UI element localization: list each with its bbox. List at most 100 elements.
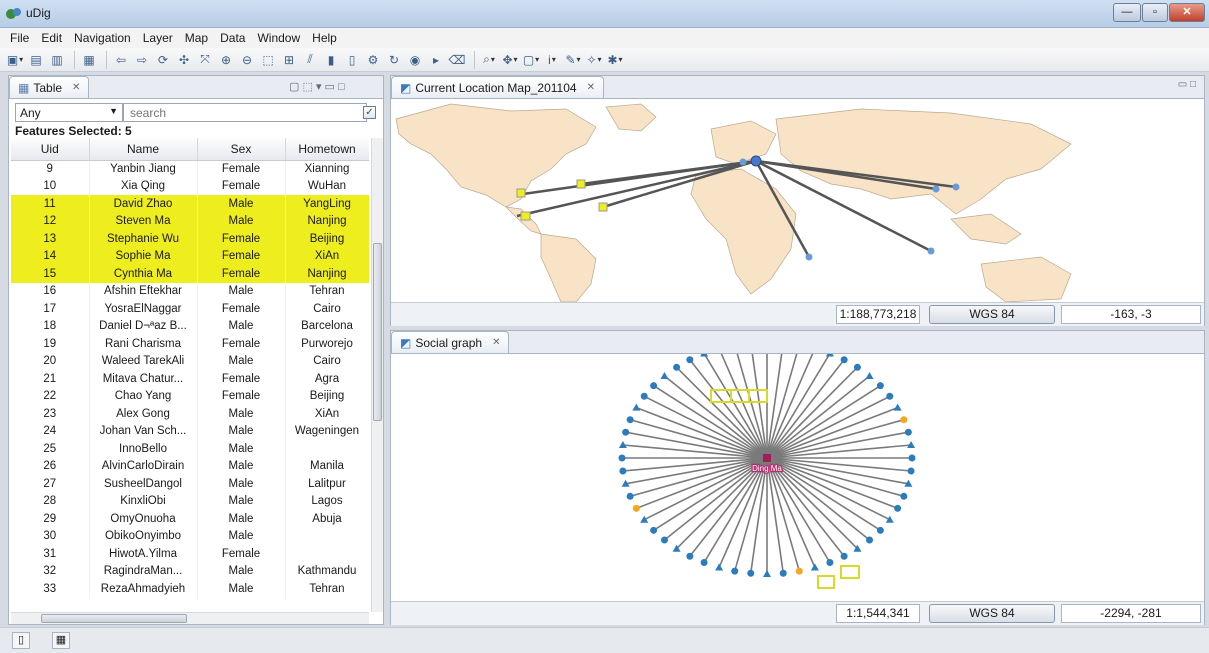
tab-current-location-map[interactable]: ◩ Current Location Map_201104 ✕ xyxy=(391,76,604,98)
panel-menu-icon[interactable]: ▾ xyxy=(316,81,322,93)
table-row[interactable]: 22 Chao Yang Female Beijing xyxy=(11,387,369,405)
graph-node[interactable] xyxy=(779,569,787,577)
network-icon[interactable]: ⚙ xyxy=(364,51,382,69)
eraser-icon[interactable]: ⌫ xyxy=(448,51,466,69)
table-row[interactable]: 14 Sophie Ma Female XiAn xyxy=(11,247,369,265)
graph-node[interactable] xyxy=(885,515,894,523)
back-icon[interactable]: ⇦ xyxy=(112,51,130,69)
plugin-tool-icon[interactable]: ✱ xyxy=(606,51,624,69)
graph-node[interactable] xyxy=(907,467,915,475)
graph-node[interactable] xyxy=(715,563,724,571)
zoom-tool-icon[interactable]: ⌕ xyxy=(480,51,498,69)
map-scale[interactable]: 1:188,773,218 xyxy=(836,305,920,324)
graph-node[interactable] xyxy=(686,356,694,364)
close-button[interactable]: ✕ xyxy=(1169,3,1205,22)
zoom-out-icon[interactable]: ⊖ xyxy=(238,51,256,69)
graph-node[interactable] xyxy=(640,392,648,400)
save-icon[interactable]: ▤ xyxy=(27,51,45,69)
graph-node[interactable] xyxy=(876,526,884,534)
map-crs-button[interactable]: WGS 84 xyxy=(929,305,1055,324)
selection-checkbox[interactable]: ✓ xyxy=(363,106,376,119)
menu-file[interactable]: File xyxy=(4,28,35,48)
table-row[interactable]: 15 Cynthia Ma Female Nanjing xyxy=(11,265,369,283)
table-row[interactable]: 12 Steven Ma Male Nanjing xyxy=(11,212,369,230)
pan-tool-icon[interactable]: ✥ xyxy=(501,51,519,69)
table-row[interactable]: 28 KinxliObi Male Lagos xyxy=(11,492,369,510)
zoom-in-icon[interactable]: ⊕ xyxy=(217,51,235,69)
scroll-thumb[interactable] xyxy=(373,243,382,421)
graph-node[interactable] xyxy=(660,536,668,544)
graph-node[interactable] xyxy=(731,567,739,575)
close-tab-icon[interactable]: ✕ xyxy=(492,337,500,348)
column-header-uid[interactable]: Uid xyxy=(11,138,90,161)
bar-chart-alt-icon[interactable]: ▯ xyxy=(343,51,361,69)
graph-node[interactable] xyxy=(700,559,708,567)
menu-map[interactable]: Map xyxy=(179,28,214,48)
table-row[interactable]: 27 SusheelDangol Male Lalitpur xyxy=(11,475,369,493)
table-row[interactable]: 9 Yanbin Jiang Female Xianning xyxy=(11,160,369,178)
table-row[interactable]: 32 RagindraMan... Male Kathmandu xyxy=(11,562,369,580)
panel-maximize-icon[interactable]: □ xyxy=(338,81,345,93)
table-row[interactable]: 31 HiwotA.Yilma Female xyxy=(11,545,369,563)
forward-icon[interactable]: ⇨ xyxy=(133,51,151,69)
feature-tool-icon[interactable]: ✧ xyxy=(585,51,603,69)
table-row[interactable]: 18 Daniel D¬ªaz B... Male Barcelona xyxy=(11,317,369,335)
graph-node[interactable] xyxy=(908,454,916,462)
fast-view-icon[interactable]: ▯ xyxy=(12,632,30,649)
panel-minimize-icon[interactable]: ▭ xyxy=(325,81,335,93)
maximize-button[interactable]: ▫ xyxy=(1142,3,1168,22)
graph-node[interactable] xyxy=(763,570,771,577)
minimize-button[interactable]: — xyxy=(1113,3,1141,22)
graph-node[interactable] xyxy=(619,467,627,475)
table-view-icon[interactable]: ▦ xyxy=(52,632,70,649)
table-row[interactable]: 29 OmyOnuoha Male Abuja xyxy=(11,510,369,528)
graph-node[interactable] xyxy=(893,403,902,411)
table-row[interactable]: 26 AlvinCarloDirain Male Manila xyxy=(11,457,369,475)
graph-node[interactable] xyxy=(650,382,658,390)
column-header-sex[interactable]: Sex xyxy=(197,138,286,161)
graph-node[interactable] xyxy=(894,504,902,512)
new-icon[interactable]: ▣ xyxy=(6,51,24,69)
graph-node[interactable] xyxy=(622,428,630,436)
menu-layer[interactable]: Layer xyxy=(137,28,179,48)
chart-line-icon[interactable]: ⫽ xyxy=(301,51,319,69)
column-header-hometown[interactable]: Hometown xyxy=(285,138,369,161)
social-graph-canvas[interactable]: Ding Ma xyxy=(391,354,1204,600)
menu-window[interactable]: Window xyxy=(251,28,306,48)
menu-navigation[interactable]: Navigation xyxy=(68,28,137,48)
table-row[interactable]: 33 RezaAhmadyieh Male Tehran xyxy=(11,580,369,598)
menu-edit[interactable]: Edit xyxy=(35,28,68,48)
vertical-scrollbar[interactable] xyxy=(371,138,383,612)
layer-icon[interactable]: ⊞ xyxy=(280,51,298,69)
graph-node[interactable] xyxy=(840,552,848,560)
table-row[interactable]: 21 Mitava Chatur... Female Agra xyxy=(11,370,369,388)
selection-icon[interactable]: ⬚ xyxy=(259,51,277,69)
search-input[interactable] xyxy=(123,103,367,122)
graph-node[interactable] xyxy=(825,354,834,357)
table-row[interactable]: 23 Alex Gong Male XiAn xyxy=(11,405,369,423)
graph-node[interactable] xyxy=(660,371,669,379)
menu-data[interactable]: Data xyxy=(214,28,251,48)
small-play-icon[interactable]: ▸ xyxy=(427,51,445,69)
save-all-icon[interactable]: ▥ xyxy=(48,51,66,69)
tab-table[interactable]: ▦ Table ✕ xyxy=(9,76,90,98)
graph-node[interactable] xyxy=(700,354,709,357)
zoom-extent-icon[interactable]: ✣ xyxy=(175,51,193,69)
graph-node[interactable] xyxy=(900,492,908,500)
fullscreen-icon[interactable]: ⤧ xyxy=(196,51,214,69)
table-row[interactable]: 19 Rani Charisma Female Purworejo xyxy=(11,335,369,353)
graph-node[interactable] xyxy=(865,371,874,379)
graph-node[interactable] xyxy=(900,416,908,424)
panel-view-icon[interactable]: ▢ xyxy=(289,81,299,93)
globe-icon[interactable]: ◉ xyxy=(406,51,424,69)
graph-node[interactable] xyxy=(640,515,649,523)
column-header-name[interactable]: Name xyxy=(89,138,198,161)
graph-node[interactable] xyxy=(632,403,641,411)
table-row[interactable]: 25 InnoBello Male xyxy=(11,440,369,458)
close-tab-icon[interactable]: ✕ xyxy=(587,82,595,93)
bar-chart-icon[interactable]: ▮ xyxy=(322,51,340,69)
graph-node[interactable] xyxy=(626,416,634,424)
cycle-icon[interactable]: ↻ xyxy=(385,51,403,69)
panel-minmax-icon[interactable]: ▭ □ xyxy=(1178,79,1196,90)
graph-node[interactable] xyxy=(686,552,694,560)
